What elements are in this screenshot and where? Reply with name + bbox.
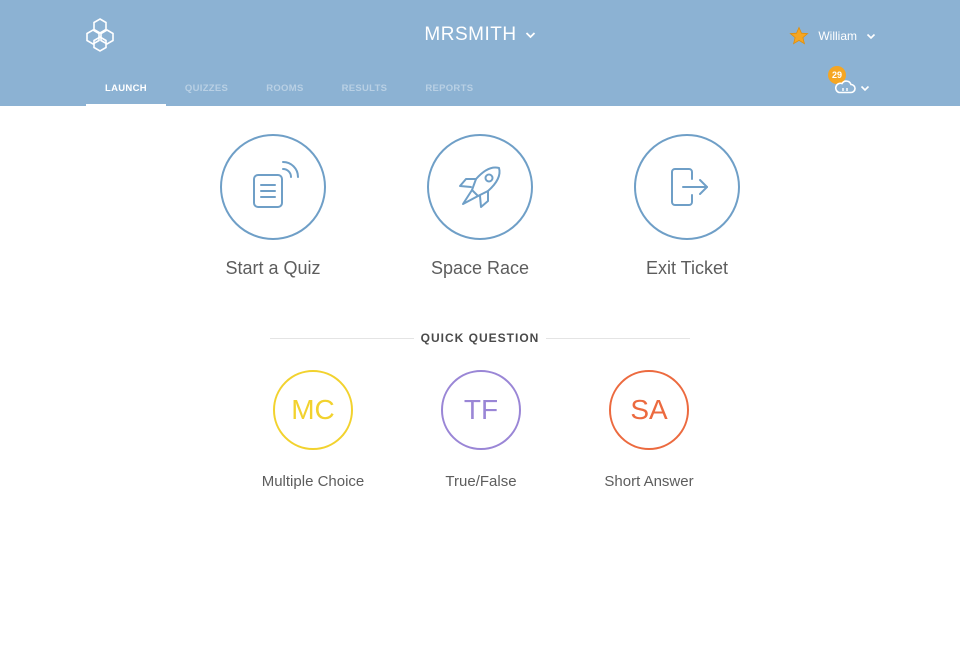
main-tabs: LAUNCH QUIZZES ROOMS RESULTS REPORTS xyxy=(86,72,492,106)
multiple-choice-circle: MC xyxy=(273,370,353,450)
tab-reports[interactable]: REPORTS xyxy=(406,72,492,106)
tab-results[interactable]: RESULTS xyxy=(323,72,407,106)
chevron-down-icon xyxy=(866,33,876,39)
top-navigation-bar: MRSMITH William LAUNCH QUIZZES ROOMS RES… xyxy=(0,0,960,106)
exit-ticket-button[interactable]: Exit Ticket xyxy=(587,134,787,279)
exit-door-icon xyxy=(671,168,708,206)
notifications-menu[interactable]: 29 xyxy=(828,66,876,98)
space-race-label: Space Race xyxy=(430,258,530,278)
room-selector[interactable]: MRSMITH xyxy=(424,24,535,46)
quiz-broadcast-icon xyxy=(253,161,299,208)
short-answer-circle: SA xyxy=(609,370,689,450)
chevron-down-icon xyxy=(860,85,870,92)
true-false-label: True/False xyxy=(445,473,517,490)
room-name: MRSMITH xyxy=(424,24,517,45)
start-quiz-label: Start a Quiz xyxy=(225,258,321,278)
multiple-choice-label: Multiple Choice xyxy=(261,473,365,490)
user-name: William xyxy=(818,29,857,43)
short-answer-button[interactable]: SA Short Answer xyxy=(569,370,729,490)
multiple-choice-button[interactable]: MC Multiple Choice xyxy=(233,370,393,490)
tab-launch[interactable]: LAUNCH xyxy=(86,72,166,106)
quick-question-heading: QUICK QUESTION xyxy=(420,331,540,345)
true-false-circle: TF xyxy=(441,370,521,450)
space-race-circle xyxy=(427,134,533,240)
short-answer-label: Short Answer xyxy=(604,473,694,490)
chevron-down-icon xyxy=(525,32,535,39)
exit-ticket-circle xyxy=(634,134,740,240)
cloud-icon xyxy=(835,80,856,94)
hexagon-cluster-icon[interactable] xyxy=(84,17,116,53)
star-icon xyxy=(789,26,809,45)
true-false-button[interactable]: TF True/False xyxy=(401,370,561,490)
tab-quizzes[interactable]: QUIZZES xyxy=(166,72,247,106)
start-quiz-button[interactable]: Start a Quiz xyxy=(173,134,373,279)
exit-ticket-label: Exit Ticket xyxy=(645,258,729,278)
tab-rooms[interactable]: ROOMS xyxy=(247,72,322,106)
user-menu[interactable]: William xyxy=(789,26,876,46)
rocket-icon xyxy=(459,166,501,208)
start-quiz-circle xyxy=(220,134,326,240)
space-race-button[interactable]: Space Race xyxy=(380,134,580,279)
